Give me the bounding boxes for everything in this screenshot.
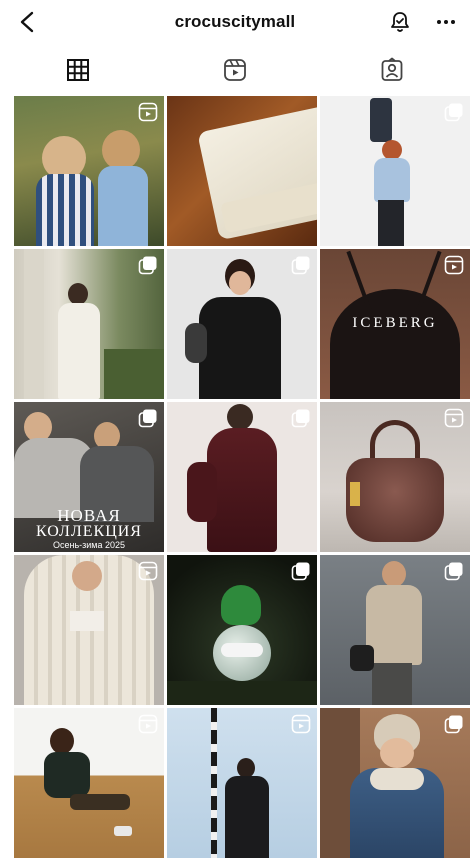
- carousel-badge-icon: [444, 561, 464, 581]
- reels-icon: [224, 59, 246, 81]
- carousel-badge-icon: [138, 255, 158, 275]
- tab-reels[interactable]: [205, 50, 265, 90]
- post-tile[interactable]: НОВАЯ КОЛЛЕКЦИЯ Осень-зима 2025: [14, 402, 164, 552]
- promo-line-3: Осень-зима 2025: [52, 540, 126, 550]
- tab-posts-grid[interactable]: [48, 50, 108, 90]
- post-tile[interactable]: [14, 708, 164, 858]
- post-tile[interactable]: [167, 708, 317, 858]
- post-tile[interactable]: [167, 96, 317, 246]
- carousel-badge-icon: [291, 561, 311, 581]
- post-tile[interactable]: [167, 402, 317, 552]
- reel-badge-icon: [444, 255, 464, 275]
- post-tile[interactable]: [320, 96, 470, 246]
- reel-badge-icon: [138, 561, 158, 581]
- header-actions: [386, 6, 460, 38]
- reel-badge-icon: [291, 714, 311, 734]
- posts-grid: ICEBERG НОВАЯ КОЛЛЕКЦИЯ Осень-зима 2025: [14, 96, 470, 858]
- carousel-badge-icon: [138, 408, 158, 428]
- carousel-badge-icon: [444, 102, 464, 122]
- post-tile[interactable]: [14, 249, 164, 399]
- post-tile[interactable]: [167, 555, 317, 705]
- carousel-badge-icon: [291, 408, 311, 428]
- tab-tagged[interactable]: [362, 50, 422, 90]
- reel-badge-icon: [138, 102, 158, 122]
- promo-line-2: КОЛЛЕКЦИЯ: [36, 523, 142, 540]
- grid-icon: [67, 59, 90, 81]
- tagged-person-icon: [381, 57, 403, 81]
- post-tile[interactable]: [320, 708, 470, 858]
- post-tile[interactable]: [14, 96, 164, 246]
- notification-bell-icon[interactable]: [386, 8, 414, 36]
- post-tile[interactable]: ICEBERG: [320, 249, 470, 399]
- post-tile[interactable]: [14, 555, 164, 705]
- reel-badge-icon: [444, 408, 464, 428]
- profile-username: crocuscitymall: [174, 12, 296, 31]
- back-chevron-icon[interactable]: [12, 6, 44, 38]
- profile-header: crocuscitymall: [0, 0, 470, 44]
- carousel-badge-icon: [444, 714, 464, 734]
- carousel-badge-icon: [291, 255, 311, 275]
- post-tile[interactable]: [320, 555, 470, 705]
- iceberg-brand-text: ICEBERG: [352, 315, 438, 331]
- post-tile[interactable]: [167, 249, 317, 399]
- more-options-icon[interactable]: [432, 8, 460, 36]
- profile-tabs: [0, 44, 470, 96]
- reel-badge-icon: [138, 714, 158, 734]
- post-tile[interactable]: [320, 402, 470, 552]
